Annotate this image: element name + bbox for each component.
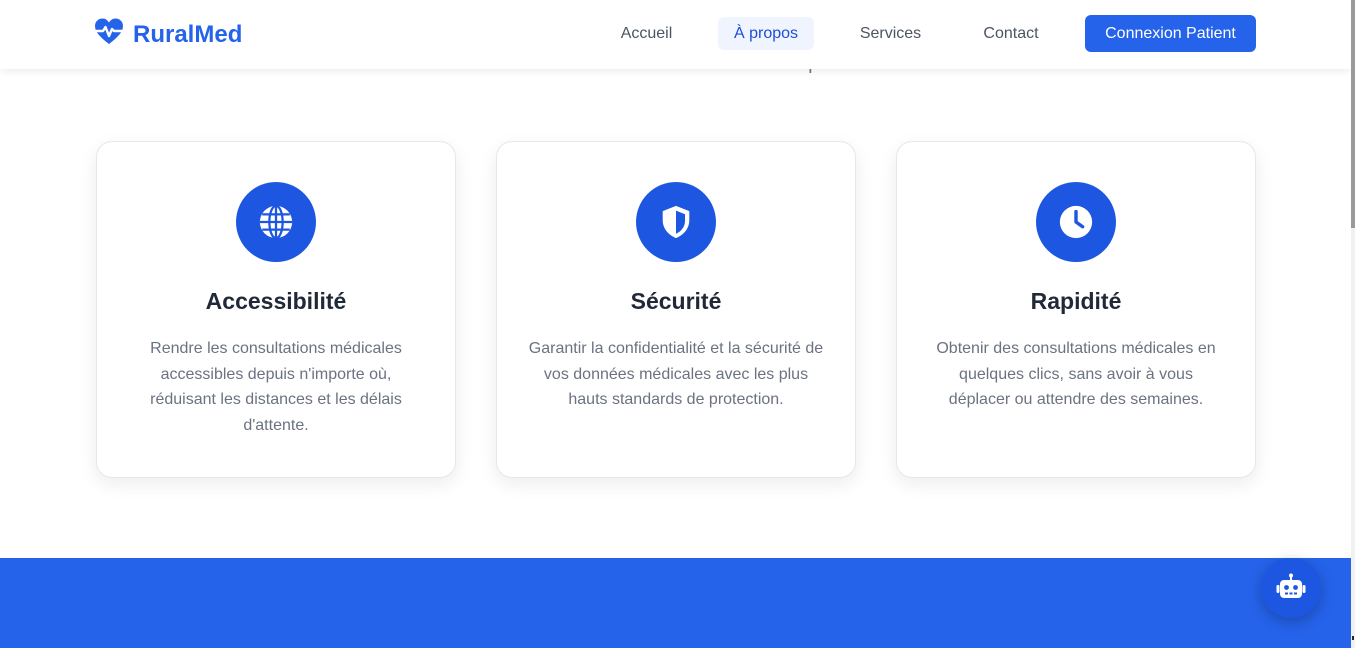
feature-card-speed: Rapidité Obtenir des consultations médic… [896, 141, 1256, 478]
clock-icon [1036, 182, 1116, 262]
feature-description: Rendre les consultations médicales acces… [150, 340, 402, 434]
chatbot-button[interactable] [1261, 558, 1321, 618]
feature-description: Obtenir des consultations médicales en q… [936, 340, 1216, 409]
brand-name: RuralMed [133, 20, 243, 48]
navbar: RuralMed Accueil À propos Services Conta… [0, 0, 1351, 69]
feature-title: Rapidité [1030, 288, 1122, 314]
nav-link-contact[interactable]: Contact [969, 17, 1053, 50]
nav-link-accueil[interactable]: Accueil [606, 17, 687, 50]
heartbeat-icon [94, 17, 124, 52]
brand-logo[interactable]: RuralMed [94, 17, 242, 52]
nav-link-a-propos[interactable]: À propos [718, 17, 814, 50]
feature-card-security: Sécurité Garantir la confidentialité et … [496, 141, 856, 478]
footer-band [0, 558, 1351, 648]
nav-link-services[interactable]: Services [845, 17, 936, 50]
feature-title: Sécurité [630, 288, 722, 314]
robot-icon [1275, 572, 1307, 604]
scrollbar-marker [1352, 636, 1354, 640]
shield-icon [636, 182, 716, 262]
scrollbar-thumb[interactable] [1351, 0, 1355, 228]
feature-title: Accessibilité [205, 288, 347, 314]
page-scrollbar[interactable] [1351, 0, 1355, 648]
feature-description: Garantir la confidentialité et la sécuri… [528, 340, 824, 409]
page: Démocratiser l'accès aux soins de santé … [0, 0, 1351, 648]
globe-icon [236, 182, 316, 262]
feature-card-accessibility: Accessibilité Rendre les consultations m… [96, 141, 456, 478]
patient-login-button[interactable]: Connexion Patient [1085, 15, 1256, 52]
